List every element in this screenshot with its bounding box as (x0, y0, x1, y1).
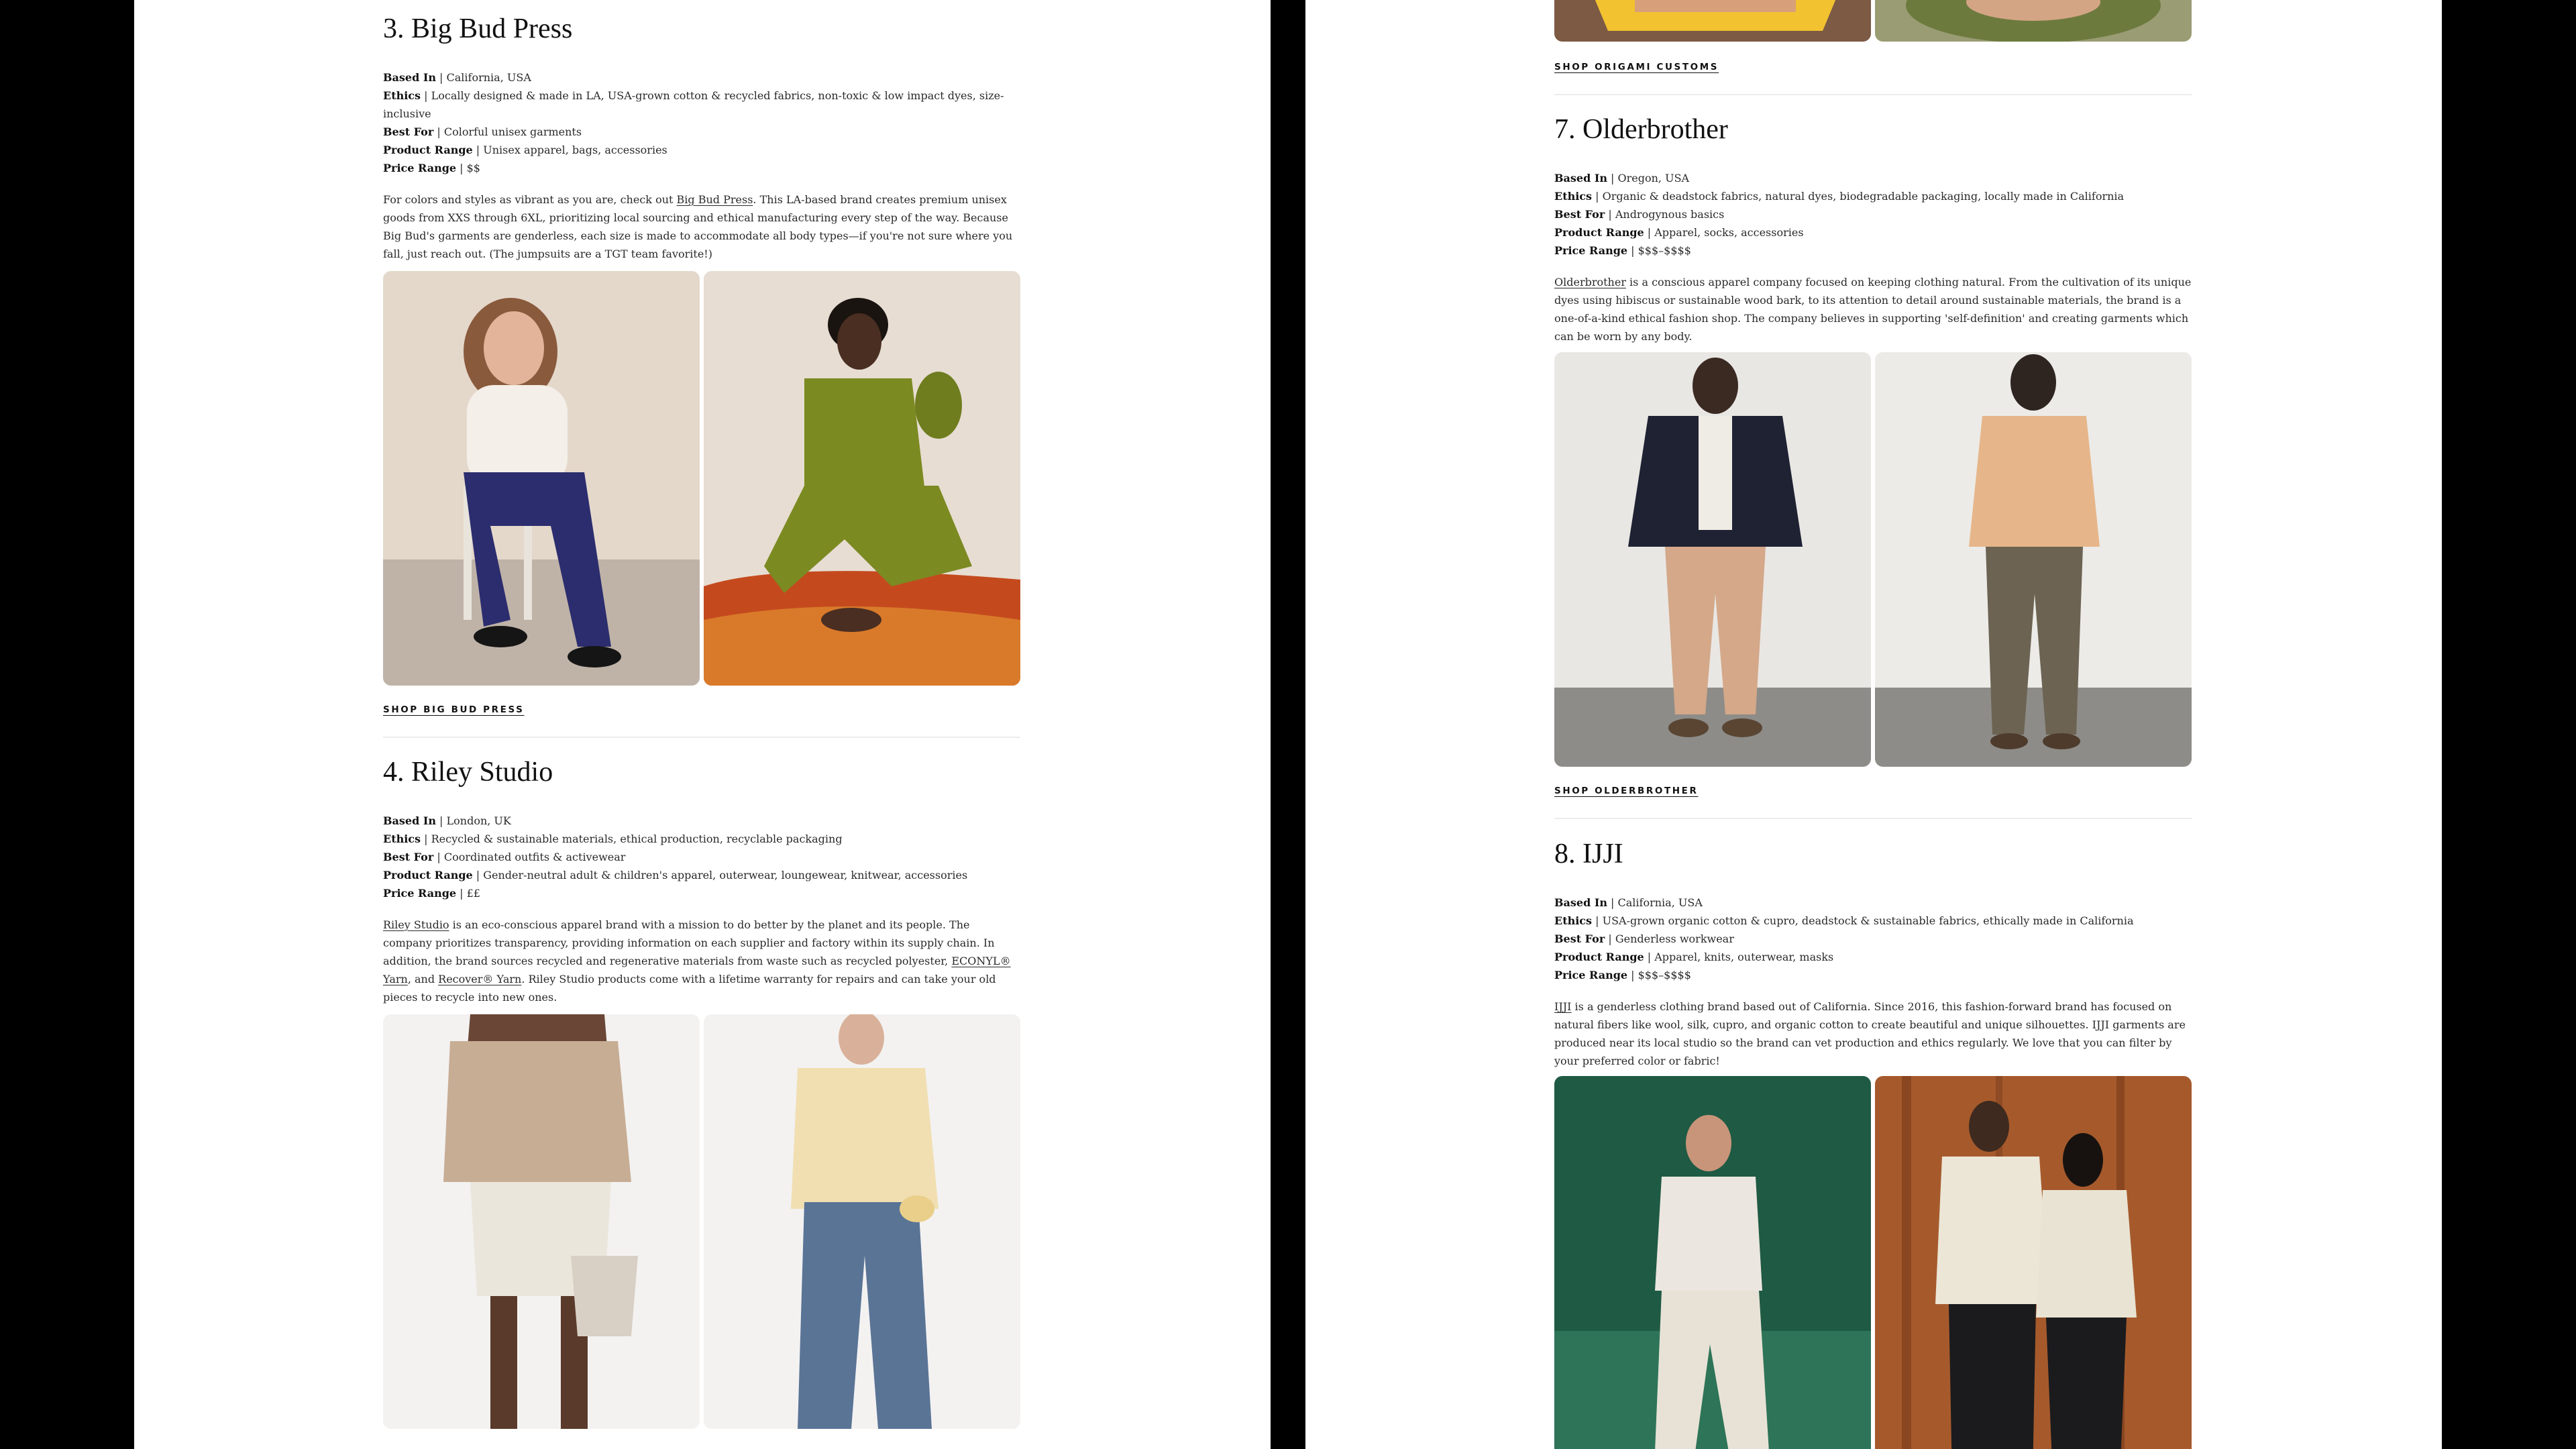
brand-section-riley-studio: 4. Riley Studio Based In | London, UK Et… (383, 758, 1020, 1006)
model-photo-icon (1554, 1076, 1871, 1449)
brand-description: For colors and styles as vibrant as you … (383, 193, 1013, 260)
fact-based-in: Based In | Oregon, USA (1554, 172, 1690, 184)
brand-description: Olderbrother is a conscious apparel comp… (1554, 276, 2192, 343)
photo-row (383, 271, 1020, 686)
fact-ethics: Ethics | Recycled & sustainable material… (383, 833, 843, 845)
brand-link[interactable]: IJJI (1554, 1000, 1571, 1013)
fact-ethics: Ethics | Locally designed & made in LA, … (383, 89, 1004, 120)
model-photo-icon (383, 1014, 700, 1429)
brand-facts: Based In | Oregon, USA Ethics | Organic … (1554, 169, 2192, 260)
fact-based-in: Based In | California, USA (1554, 896, 1703, 909)
brand-description: Riley Studio is an eco-conscious apparel… (383, 918, 1011, 1004)
fact-best-for: Best For | Colorful unisex garments (383, 125, 582, 138)
brand-link[interactable]: Big Bud Press (677, 193, 753, 206)
shop-big-bud-press-link[interactable]: SHOP BIG BUD PRESS (383, 704, 525, 715)
fact-best-for: Best For | Coordinated outfits & activew… (383, 851, 626, 863)
photo-row (1554, 0, 2192, 42)
fact-price-range: Price Range | $$$–$$$$ (1554, 969, 1691, 981)
brand-title: 8. IJJI (1554, 839, 1623, 869)
product-photo[interactable] (704, 1014, 1020, 1429)
product-photo[interactable] (1554, 352, 1871, 767)
fact-based-in: Based In | London, UK (383, 814, 511, 827)
fact-best-for: Best For | Genderless workwear (1554, 932, 1734, 945)
product-photo[interactable] (1875, 0, 2192, 42)
fact-product-range: Product Range | Apparel, socks, accessor… (1554, 226, 1804, 239)
brand-title: 7. Olderbrother (1554, 114, 1728, 145)
photo-row (383, 1014, 1020, 1429)
brand-description: IJJI is a genderless clothing brand base… (1554, 1000, 2186, 1067)
brand-facts: Based In | London, UK Ethics | Recycled … (383, 812, 1020, 902)
model-photo-icon (383, 271, 700, 686)
shop-origami-customs-link[interactable]: SHOP ORIGAMI CUSTOMS (1554, 62, 1719, 72)
section-divider (383, 737, 1020, 738)
brand-title: 3. Big Bud Press (383, 13, 573, 44)
fact-price-range: Price Range | ££ (383, 887, 480, 900)
fact-product-range: Product Range | Apparel, knits, outerwea… (1554, 951, 1834, 963)
model-photo-icon (1875, 1076, 2192, 1449)
section-divider (1554, 94, 2192, 95)
product-photo[interactable] (1554, 1076, 1871, 1449)
brand-link[interactable]: Riley Studio (383, 918, 449, 931)
model-photo-icon (1875, 0, 2192, 42)
product-photo[interactable] (1875, 352, 2192, 767)
photo-row (1554, 1076, 2192, 1449)
brand-title: 4. Riley Studio (383, 757, 553, 788)
brand-section-big-bud-press: 3. Big Bud Press Based In | California, … (383, 15, 1020, 263)
fact-product-range: Product Range | Unisex apparel, bags, ac… (383, 144, 667, 156)
fact-ethics: Ethics | USA-grown organic cotton & cupr… (1554, 914, 2134, 927)
brand-link[interactable]: Olderbrother (1554, 276, 1626, 288)
photo-row (1554, 352, 2192, 767)
brand-section-olderbrother: 7. Olderbrother Based In | Oregon, USA E… (1554, 115, 2192, 345)
article-page-left: 3. Big Bud Press Based In | California, … (134, 0, 1271, 1449)
fact-price-range: Price Range | $$$–$$$$ (1554, 244, 1691, 257)
model-photo-icon (704, 271, 1020, 686)
shop-olderbrother-link[interactable]: SHOP OLDERBROTHER (1554, 786, 1698, 796)
fact-product-range: Product Range | Gender-neutral adult & c… (383, 869, 968, 881)
brand-facts: Based In | California, USA Ethics | Loca… (383, 68, 1020, 177)
model-photo-icon (704, 1014, 1020, 1429)
product-photo[interactable] (383, 1014, 700, 1429)
product-photo[interactable] (383, 271, 700, 686)
product-photo[interactable] (1875, 1076, 2192, 1449)
fact-best-for: Best For | Androgynous basics (1554, 208, 1725, 221)
section-divider (1554, 818, 2192, 819)
recover-link[interactable]: Recover® Yarn (438, 973, 521, 985)
brand-facts: Based In | California, USA Ethics | USA-… (1554, 894, 2192, 984)
model-photo-icon (1875, 352, 2192, 767)
product-photo[interactable] (1554, 0, 1871, 42)
fact-based-in: Based In | California, USA (383, 71, 531, 84)
model-photo-icon (1554, 352, 1871, 767)
brand-section-ijji: 8. IJJI Based In | California, USA Ethic… (1554, 840, 2192, 1070)
product-photo[interactable] (704, 271, 1020, 686)
fact-ethics: Ethics | Organic & deadstock fabrics, na… (1554, 190, 2125, 203)
model-photo-icon (1554, 0, 1871, 42)
article-page-right: SHOP ORIGAMI CUSTOMS 7. Olderbrother Bas… (1305, 0, 2442, 1449)
fact-price-range: Price Range | $$ (383, 162, 480, 174)
